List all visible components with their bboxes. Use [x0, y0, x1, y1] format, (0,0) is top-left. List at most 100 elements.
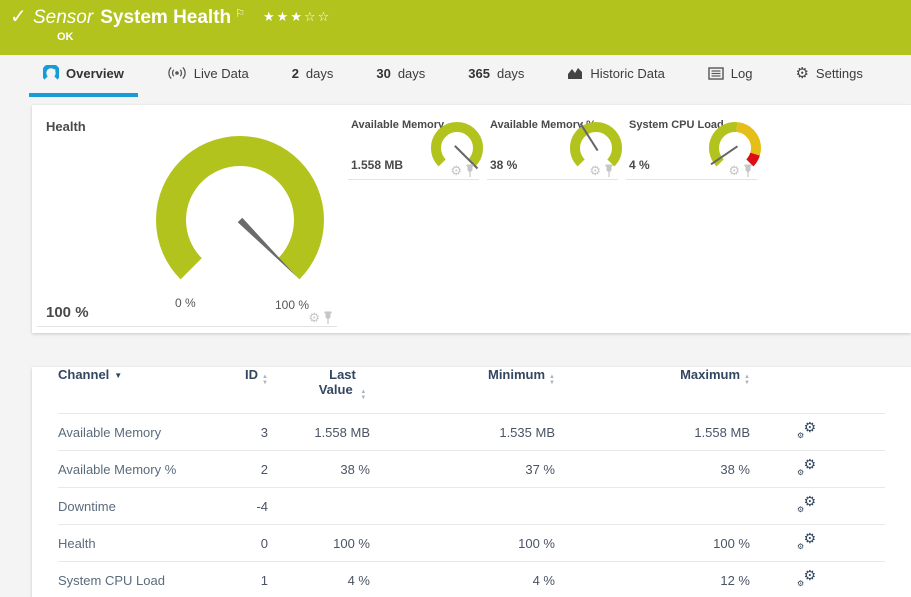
flag-icon[interactable]: ⚐	[235, 8, 245, 20]
gauge-value: 38 %	[490, 158, 517, 172]
sort-icon: ▲▼	[360, 390, 366, 401]
column-header-maximum[interactable]: Maximum ▲▼	[555, 367, 750, 414]
gauge-settings-gear-icon[interactable]: ⚙	[589, 164, 601, 177]
gauge-value: 1.558 MB	[351, 158, 403, 172]
sensor-title-line: SensorSystem Health⚐★★★☆☆	[33, 7, 331, 29]
tab-number: 30	[376, 66, 390, 81]
channel-settings-icon[interactable]: ⚙⚙	[797, 533, 816, 550]
channel-name[interactable]: Downtime	[58, 488, 198, 525]
channels-panel: Channel ▼ ID ▲▼ Last Value ▲▼ Minimum ▲▼ Ma…	[32, 367, 911, 597]
tab-log[interactable]: Log	[694, 61, 767, 97]
gauge-value: 100 %	[46, 304, 89, 321]
channel-maximum: 12 %	[555, 562, 750, 597]
channel-minimum: 100 %	[370, 525, 555, 562]
sorted-desc-icon: ▼	[114, 371, 122, 380]
column-header-label: Minimum	[488, 367, 545, 382]
priority-stars[interactable]: ★★★☆☆	[263, 9, 331, 24]
status-ok-check-icon: ✓	[10, 4, 27, 29]
broadcast-icon	[167, 66, 187, 80]
tab-label: days	[306, 66, 333, 81]
channel-minimum	[370, 488, 555, 525]
gauge-scale-max: 100 %	[275, 298, 309, 312]
tab-label: Live Data	[194, 66, 249, 81]
sort-icon: ▲▼	[262, 375, 268, 386]
channel-last-value	[268, 488, 370, 525]
channel-name[interactable]: Available Memory %	[58, 451, 198, 488]
channel-settings-icon[interactable]: ⚙⚙	[797, 496, 816, 513]
tab-label: Overview	[66, 66, 124, 81]
gauge-tile-health[interactable]: Health 0 % 100 % 100 % ⚙	[37, 110, 337, 327]
tab-label: Log	[731, 66, 753, 81]
channel-id: 0	[198, 525, 268, 562]
tab-365-days[interactable]: 365 days	[454, 61, 538, 97]
gauge-tile-available-memory-percent[interactable]: Available Memory % 38 % ⚙	[487, 110, 618, 180]
tab-2-days[interactable]: 2 days	[278, 61, 348, 97]
page-title: System Health	[100, 7, 231, 28]
pin-icon[interactable]	[465, 164, 475, 177]
gauge-title: Health	[46, 119, 86, 134]
tab-overview[interactable]: Overview	[29, 61, 138, 97]
channel-name[interactable]: Available Memory	[58, 414, 198, 451]
gauge-settings-gear-icon[interactable]: ⚙	[308, 311, 320, 324]
channel-name[interactable]: Health	[58, 525, 198, 562]
channel-id: -4	[198, 488, 268, 525]
tab-live-data[interactable]: Live Data	[153, 61, 263, 97]
channel-last-value: 100 %	[268, 525, 370, 562]
tab-number: 365	[468, 66, 490, 81]
pin-icon[interactable]	[743, 164, 753, 177]
gauge-tile-system-cpu-load[interactable]: System CPU Load 4 % ⚙	[626, 110, 757, 180]
channel-id: 1	[198, 562, 268, 597]
channel-maximum: 100 %	[555, 525, 750, 562]
area-chart-icon	[567, 66, 583, 80]
sort-icon: ▲▼	[549, 375, 555, 386]
table-row[interactable]: Health 0 100 % 100 % 100 % ⚙⚙	[58, 525, 885, 562]
gear-icon: ⚙	[795, 66, 808, 81]
tab-historic-data[interactable]: Historic Data	[553, 61, 678, 97]
health-gauge	[154, 134, 326, 302]
gauge-tile-available-memory[interactable]: Available Memory 1.558 MB ⚙	[348, 110, 479, 180]
column-header-label: ID	[245, 367, 258, 382]
gauge-icon	[43, 65, 59, 81]
tab-label: days	[497, 66, 524, 81]
column-header-label: Channel	[58, 367, 109, 382]
tab-30-days[interactable]: 30 days	[362, 61, 439, 97]
table-row[interactable]: System CPU Load 1 4 % 4 % 12 % ⚙⚙	[58, 562, 885, 597]
pin-icon[interactable]	[323, 311, 333, 324]
gauge-value: 4 %	[629, 158, 650, 172]
channel-name[interactable]: System CPU Load	[58, 562, 198, 597]
channel-last-value: 1.558 MB	[268, 414, 370, 451]
channel-maximum	[555, 488, 750, 525]
column-header-last-value[interactable]: Last Value ▲▼	[268, 367, 370, 414]
tab-label: Historic Data	[590, 66, 664, 81]
table-row[interactable]: Downtime -4 ⚙⚙	[58, 488, 885, 525]
channel-settings-icon[interactable]: ⚙⚙	[797, 422, 816, 439]
channel-id: 3	[198, 414, 268, 451]
tab-label: Settings	[816, 66, 863, 81]
table-row[interactable]: Available Memory 3 1.558 MB 1.535 MB 1.5…	[58, 414, 885, 451]
tab-number: 2	[292, 66, 299, 81]
channels-table: Channel ▼ ID ▲▼ Last Value ▲▼ Minimum ▲▼ Ma…	[58, 367, 885, 597]
tab-bar: Overview Live Data 2 days 30 days 365 da…	[0, 55, 911, 97]
channel-settings-icon[interactable]: ⚙⚙	[797, 459, 816, 476]
pin-icon[interactable]	[604, 164, 614, 177]
gauge-settings-gear-icon[interactable]: ⚙	[728, 164, 740, 177]
table-header-row: Channel ▼ ID ▲▼ Last Value ▲▼ Minimum ▲▼ Ma…	[58, 367, 885, 414]
channel-settings-icon[interactable]: ⚙⚙	[797, 570, 816, 587]
column-header-minimum[interactable]: Minimum ▲▼	[370, 367, 555, 414]
channel-minimum: 37 %	[370, 451, 555, 488]
channel-minimum: 1.535 MB	[370, 414, 555, 451]
channel-last-value: 4 %	[268, 562, 370, 597]
column-header-id[interactable]: ID ▲▼	[198, 367, 268, 414]
table-row[interactable]: Available Memory % 2 38 % 37 % 38 % ⚙⚙	[58, 451, 885, 488]
gauge-scale-min: 0 %	[175, 296, 196, 310]
column-header-label: Maximum	[680, 367, 740, 382]
tab-label: days	[398, 66, 425, 81]
status-badge: OK	[57, 31, 74, 43]
column-header-channel[interactable]: Channel ▼	[58, 367, 198, 414]
log-icon	[708, 67, 724, 80]
channel-maximum: 1.558 MB	[555, 414, 750, 451]
gauge-settings-gear-icon[interactable]: ⚙	[450, 164, 462, 177]
channel-id: 2	[198, 451, 268, 488]
sort-icon: ▲▼	[744, 375, 750, 386]
tab-settings[interactable]: ⚙ Settings	[781, 61, 876, 97]
